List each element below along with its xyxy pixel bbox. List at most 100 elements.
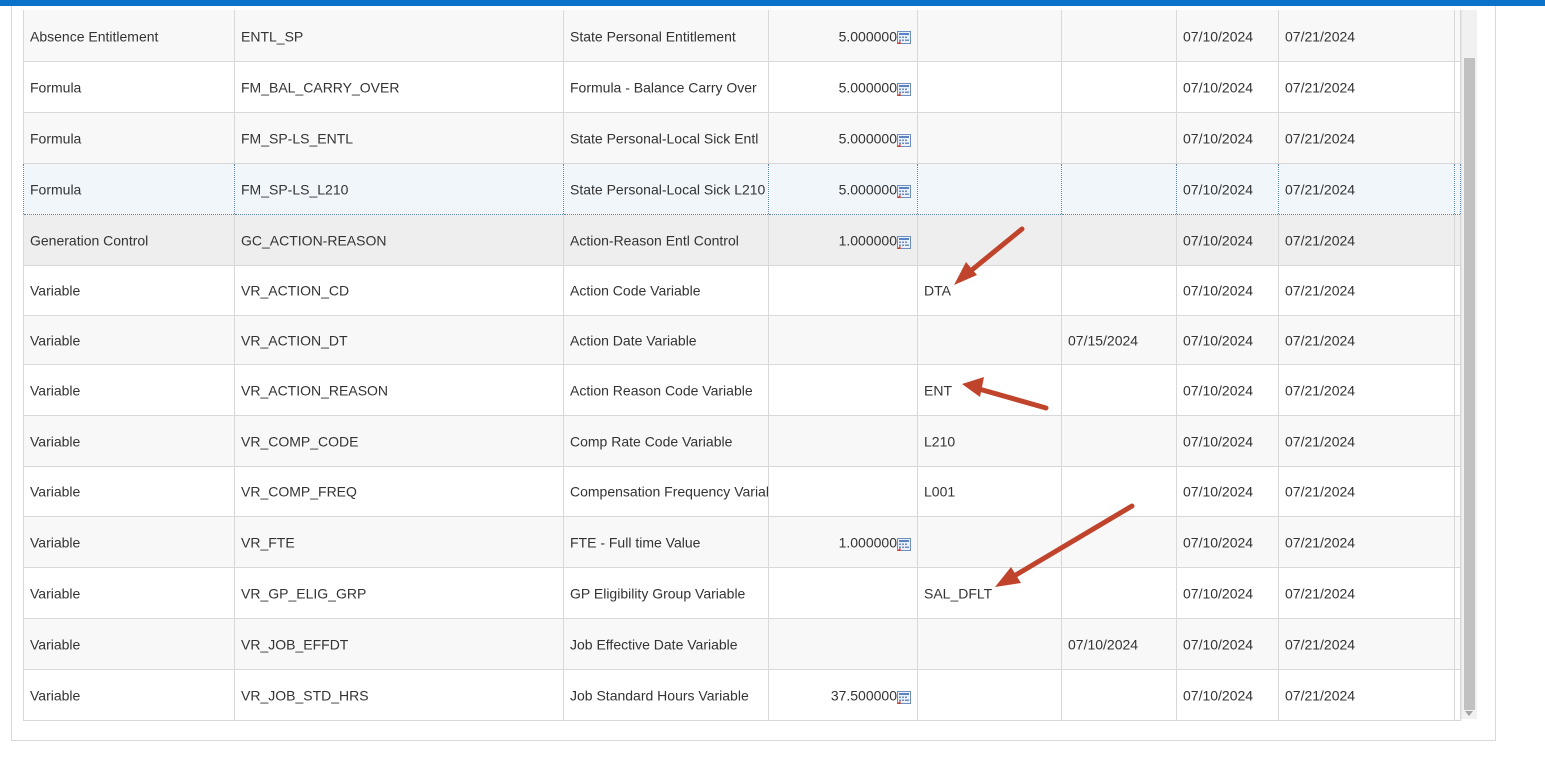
- cell-name: FM_SP-LS_L210: [234, 162, 564, 215]
- table-row[interactable]: Variable VR_JOB_EFFDT Job Effective Date V…: [23, 618, 1461, 670]
- calculator-icon[interactable]: [897, 133, 911, 147]
- cell-type-text: Formula: [30, 130, 82, 147]
- cell-number: [768, 315, 918, 365]
- table-row[interactable]: Variable VR_ACTION_CD Action Code Variable…: [23, 265, 1461, 316]
- cell-begin-date-text: 07/10/2024: [1183, 585, 1254, 602]
- table-row[interactable]: Formula FM_SP-LS_L210 State Personal-Local…: [23, 162, 1461, 215]
- cell-spacer: [1454, 669, 1461, 721]
- cell-number-text: 5.000000: [838, 181, 897, 198]
- cell-begin-date: 07/10/2024: [1176, 516, 1279, 568]
- cell-character: ENT: [917, 364, 1062, 416]
- cell-description: Action Reason Code Variable: [563, 364, 769, 416]
- calculator-icon[interactable]: [897, 235, 911, 249]
- table-row[interactable]: Generation Control GC_ACTION-REASON Action…: [23, 214, 1461, 266]
- cell-type: Variable: [23, 567, 235, 619]
- cell-name: ENTL_SP: [234, 10, 564, 62]
- table-row[interactable]: Absence Entitlement ENTL_SP State Personal…: [23, 10, 1461, 62]
- table-row[interactable]: Variable VR_FTE FTE - Full time Value 1.000…: [23, 516, 1461, 568]
- cell-number-text: 37.500000: [830, 687, 897, 704]
- cell-number: 1.000000: [768, 214, 918, 266]
- cell-end-date-text: 07/21/2024: [1285, 483, 1356, 500]
- table-row[interactable]: Variable VR_ACTION_REASON Action Reason Co…: [23, 364, 1461, 416]
- cell-description: GP Eligibility Group Variable: [563, 567, 769, 619]
- cell-number: 37.500000: [768, 669, 918, 721]
- table-row[interactable]: Formula FM_BAL_CARRY_OVER Formula - Balanc…: [23, 61, 1461, 113]
- calculator-icon[interactable]: [897, 690, 911, 704]
- calculator-icon[interactable]: [897, 82, 911, 96]
- cell-name-text: VR_FTE: [241, 534, 295, 551]
- cell-begin-date: 07/10/2024: [1176, 61, 1279, 113]
- cell-end-date: 07/21/2024: [1278, 364, 1455, 416]
- cell-end-date: 07/21/2024: [1278, 567, 1455, 619]
- cell-character-text: DTA: [924, 282, 951, 299]
- scrollbar-thumb[interactable]: [1464, 58, 1475, 710]
- cell-end-date-text: 07/21/2024: [1285, 687, 1356, 704]
- cell-description: Job Standard Hours Variable: [563, 669, 769, 721]
- cell-type-text: Variable: [30, 433, 81, 450]
- vertical-scrollbar[interactable]: [1461, 10, 1477, 719]
- table-row[interactable]: Variable VR_ACTION_DT Action Date Variable…: [23, 315, 1461, 365]
- cell-end-date-text: 07/21/2024: [1285, 130, 1356, 147]
- cell-end-date-text: 07/21/2024: [1285, 585, 1356, 602]
- table-row[interactable]: Variable VR_COMP_CODE Comp Rate Code Varia…: [23, 415, 1461, 467]
- cell-date: [1061, 112, 1177, 164]
- cell-type: Variable: [23, 315, 235, 365]
- cell-description-text: State Personal Entitlement: [570, 27, 736, 44]
- table-row[interactable]: Variable VR_JOB_STD_HRS Job Standard Hours…: [23, 669, 1461, 721]
- cell-begin-date: 07/10/2024: [1176, 112, 1279, 164]
- cell-date: [1061, 567, 1177, 619]
- cell-end-date: 07/21/2024: [1278, 214, 1455, 266]
- cell-begin-date-text: 07/10/2024: [1183, 636, 1254, 653]
- scroll-down-arrow-icon[interactable]: [1465, 711, 1473, 716]
- cell-description-text: Job Effective Date Variable: [570, 636, 738, 653]
- cell-name: VR_COMP_CODE: [234, 415, 564, 467]
- cell-begin-date-text: 07/10/2024: [1183, 232, 1254, 249]
- cell-spacer: [1454, 364, 1461, 416]
- cell-character: SAL_DFLT: [917, 567, 1062, 619]
- cell-type: Absence Entitlement: [23, 10, 235, 62]
- cell-spacer: [1454, 567, 1461, 619]
- cell-description: FTE - Full time Value: [563, 516, 769, 568]
- cell-spacer: [1454, 112, 1461, 164]
- cell-date-text: 07/10/2024: [1068, 636, 1139, 653]
- cell-date: 07/15/2024: [1061, 315, 1177, 365]
- table-row[interactable]: Variable VR_GP_ELIG_GRP GP Eligibility Gro…: [23, 567, 1461, 619]
- calculator-icon[interactable]: [897, 30, 911, 45]
- cell-description-text: Action Code Variable: [570, 282, 701, 299]
- cell-type: Variable: [23, 516, 235, 568]
- cell-character: [917, 10, 1062, 62]
- cell-name-text: VR_ACTION_CD: [241, 282, 350, 299]
- cell-number: 5.000000: [768, 61, 918, 113]
- cell-begin-date: 07/10/2024: [1176, 618, 1279, 670]
- cell-end-date: 07/21/2024: [1278, 516, 1455, 568]
- cell-end-date: 07/21/2024: [1278, 265, 1455, 316]
- cell-number-text: 5.000000: [838, 130, 897, 147]
- cell-description-text: State Personal-Local Sick Entl: [570, 130, 759, 147]
- cell-name: VR_FTE: [234, 516, 564, 568]
- calculator-icon[interactable]: [897, 184, 911, 198]
- cell-type-text: Variable: [30, 585, 81, 602]
- cell-spacer: [1454, 516, 1461, 568]
- cell-name-text: VR_COMP_FREQ: [241, 483, 357, 500]
- calculator-icon[interactable]: [897, 537, 911, 551]
- cell-date: [1061, 669, 1177, 721]
- cell-character: [917, 214, 1062, 266]
- table-row[interactable]: Formula FM_SP-LS_ENTL State Personal-Local…: [23, 112, 1461, 164]
- cell-date: 07/10/2024: [1061, 618, 1177, 670]
- cell-number: 1.000000: [768, 516, 918, 568]
- cell-date: [1061, 516, 1177, 568]
- cell-description-text: Job Standard Hours Variable: [570, 687, 749, 704]
- cell-number: [768, 618, 918, 670]
- cell-character: [917, 112, 1062, 164]
- cell-date: [1061, 415, 1177, 467]
- cell-name: GC_ACTION-REASON: [234, 214, 564, 266]
- table-row[interactable]: Variable VR_COMP_FREQ Compensation Frequen…: [23, 466, 1461, 517]
- cell-name: VR_GP_ELIG_GRP: [234, 567, 564, 619]
- cell-end-date: 07/21/2024: [1278, 10, 1455, 62]
- cell-begin-date: 07/10/2024: [1176, 214, 1279, 266]
- cell-begin-date-text: 07/10/2024: [1183, 332, 1254, 349]
- cell-type: Formula: [23, 162, 235, 215]
- cell-description: Job Effective Date Variable: [563, 618, 769, 670]
- cell-character-text: ENT: [924, 382, 952, 399]
- cell-begin-date-text: 07/10/2024: [1183, 79, 1254, 96]
